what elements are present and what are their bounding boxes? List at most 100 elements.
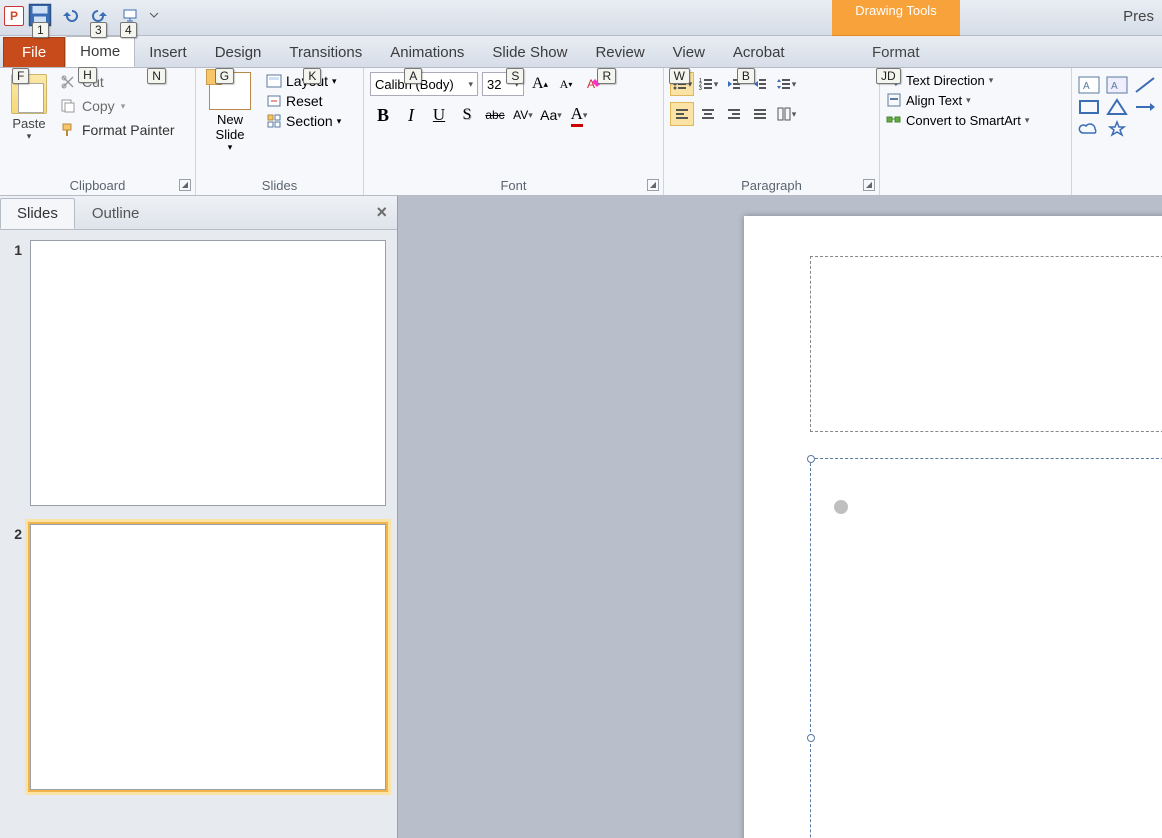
tab-slideshow[interactable]: Slide Show S [478, 38, 581, 67]
keytip: 4 [120, 22, 137, 38]
qat-undo-button[interactable] [58, 4, 82, 26]
panel-tab-slides[interactable]: Slides [0, 198, 75, 229]
svg-text:3: 3 [699, 86, 702, 92]
keytip: K [303, 68, 321, 84]
align-center-button[interactable] [696, 102, 720, 126]
grow-font-button[interactable]: A▴ [528, 72, 552, 96]
keytip: S [506, 68, 524, 84]
tab-acrobat[interactable]: Acrobat B [719, 38, 799, 67]
group-label: Font [370, 176, 657, 193]
convert-smartart-button[interactable]: Convert to SmartArt ▾ [886, 112, 1065, 128]
keytip: R [597, 68, 616, 84]
strikethrough-button[interactable]: abc [482, 102, 508, 128]
qat-redo-button[interactable]: 3 [88, 4, 112, 26]
tab-insert[interactable]: Insert N [135, 38, 201, 67]
thumbnail-number: 1 [6, 240, 22, 506]
document-title: Pres [1123, 8, 1154, 25]
chevron-down-icon [149, 10, 159, 20]
bold-button[interactable]: B [370, 102, 396, 128]
copy-button: Copy ▾ [56, 96, 179, 116]
columns-button[interactable]: ▾ [774, 102, 798, 126]
svg-text:A: A [1083, 81, 1090, 92]
presentation-icon [122, 7, 138, 23]
align-left-icon [674, 106, 690, 122]
new-slide-button[interactable]: New Slide ▾ [202, 72, 258, 153]
panel-tab-outline[interactable]: Outline [75, 198, 157, 229]
svg-text:A: A [587, 77, 595, 91]
panel-close-button[interactable]: × [376, 202, 387, 223]
align-right-icon [726, 106, 742, 122]
dialog-launcher-icon[interactable]: ◢ [647, 179, 659, 191]
italic-button[interactable]: I [398, 102, 424, 128]
section-button[interactable]: Section ▾ [264, 112, 343, 130]
font-name-combo[interactable]: Calibri (Body)▾ [370, 72, 478, 96]
ribbon-tabs: File F Home H Insert N Design G Transiti… [0, 36, 1162, 68]
star-shape-icon[interactable] [1106, 120, 1128, 138]
paintbrush-icon [60, 122, 76, 138]
qat-save-button[interactable]: 1 [28, 4, 52, 26]
underline-button[interactable]: U [426, 102, 452, 128]
workspace: Slides Outline × 1 2 [0, 196, 1162, 838]
title-bar: P 1 3 4 Drawing Tools Pres [0, 0, 1162, 36]
textbox-shape-icon[interactable]: A [1078, 76, 1100, 94]
triangle-shape-icon[interactable] [1106, 98, 1128, 116]
align-left-button[interactable] [670, 102, 694, 126]
keytip: 3 [90, 22, 107, 38]
align-text-icon [886, 92, 902, 108]
content-placeholder[interactable] [810, 458, 1162, 838]
tab-design[interactable]: Design G [201, 38, 276, 67]
group-text: A Text Direction ▾ Align Text ▾ Convert … [880, 68, 1072, 195]
slide-canvas-area[interactable] [398, 196, 1162, 838]
tab-transitions[interactable]: Transitions K [275, 38, 376, 67]
line-spacing-button[interactable]: ▾ [774, 72, 798, 96]
title-placeholder[interactable] [810, 256, 1162, 432]
reset-button[interactable]: Reset [264, 92, 343, 110]
arrow-shape-icon[interactable] [1134, 98, 1156, 116]
rectangle-shape-icon[interactable] [1078, 98, 1100, 116]
copy-icon [60, 98, 76, 114]
justify-icon [752, 106, 768, 122]
line-shape-icon[interactable] [1134, 76, 1156, 94]
cloud-shape-icon[interactable] [1078, 120, 1100, 138]
tab-animations[interactable]: Animations A [376, 38, 478, 67]
qat-customize-button[interactable] [148, 4, 160, 26]
bullet-marker [834, 500, 848, 514]
smartart-icon [886, 112, 902, 128]
ribbon: Paste ▾ Cut Copy ▾ Format Painter Clipbo… [0, 68, 1162, 196]
font-color-button[interactable]: A▾ [566, 102, 592, 128]
align-text-button[interactable]: Align Text ▾ [886, 92, 1065, 108]
dialog-launcher-icon[interactable]: ◢ [863, 179, 875, 191]
scissors-icon [60, 74, 76, 90]
undo-icon [62, 7, 78, 23]
columns-icon [776, 106, 792, 122]
thumbnail-item[interactable]: 2 [6, 524, 391, 790]
line-spacing-icon [776, 76, 792, 92]
reset-icon [266, 93, 282, 109]
redo-icon [92, 7, 108, 23]
tab-review[interactable]: Review R [581, 38, 658, 67]
qat-extra-button[interactable]: 4 [118, 4, 142, 26]
tab-file[interactable]: File F [3, 37, 65, 67]
thumbnail-number: 2 [6, 524, 22, 790]
textbox-shape-icon[interactable]: A [1106, 76, 1128, 94]
thumbnail-item[interactable]: 1 [6, 240, 391, 506]
justify-button[interactable] [748, 102, 772, 126]
dialog-launcher-icon[interactable]: ◢ [179, 179, 191, 191]
group-label [886, 191, 1065, 193]
numbering-button[interactable]: 123▾ [696, 72, 720, 96]
tab-home[interactable]: Home H [65, 36, 135, 67]
tab-format[interactable]: Format JD [858, 38, 934, 67]
keytip: N [147, 68, 166, 84]
format-painter-button[interactable]: Format Painter [56, 120, 179, 140]
group-paragraph: ▾ 123▾ ▾ ▾ Paragraph ◢ [664, 68, 880, 195]
svg-text:A: A [1111, 81, 1118, 92]
shrink-font-button[interactable]: A▾ [554, 72, 578, 96]
change-case-button[interactable]: Aa▾ [538, 102, 564, 128]
align-right-button[interactable] [722, 102, 746, 126]
text-direction-button[interactable]: A Text Direction ▾ [886, 72, 1065, 88]
group-drawing: A A [1072, 68, 1162, 195]
app-icon: P [4, 6, 24, 26]
tab-view[interactable]: View W [659, 38, 719, 67]
character-spacing-button[interactable]: AV▾ [510, 102, 536, 128]
shadow-button[interactable]: S [454, 102, 480, 128]
